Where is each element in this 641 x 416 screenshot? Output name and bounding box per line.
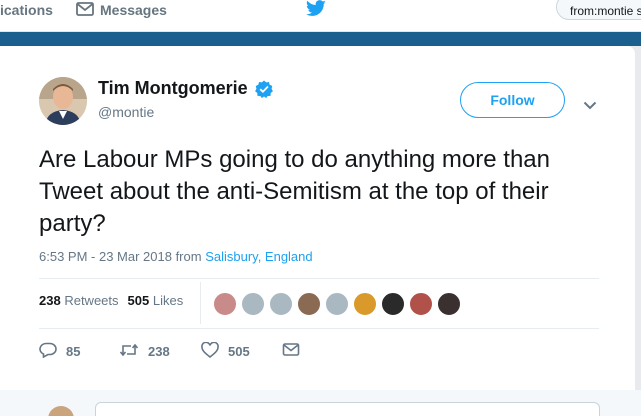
like-icon [201, 341, 219, 361]
top-navigation: ications Messages from:montie s [0, 0, 641, 32]
chevron-down-icon[interactable] [583, 97, 597, 110]
divider [39, 278, 599, 279]
retweets-label: Retweets [64, 293, 119, 308]
author-name[interactable]: Tim Montgomerie [98, 78, 248, 99]
retweet-count: 238 [148, 344, 170, 359]
avatar[interactable] [39, 77, 87, 125]
liker-avatar[interactable] [297, 292, 321, 316]
divider [39, 328, 599, 329]
retweets-stat[interactable]: 238 Retweets [39, 293, 119, 308]
tweet-stats: 238 Retweets 505 Likes [39, 293, 183, 308]
retweets-count: 238 [39, 293, 61, 308]
like-count: 505 [228, 344, 250, 359]
verified-badge-icon [255, 80, 273, 98]
liker-avatar[interactable] [381, 292, 405, 316]
header-bar [0, 32, 641, 46]
liker-avatar[interactable] [213, 292, 237, 316]
retweet-icon [119, 342, 139, 361]
avatar [48, 406, 74, 416]
tweet-text: Are Labour MPs going to do anything more… [39, 146, 550, 237]
twitter-bird-icon[interactable] [305, 0, 327, 18]
likes-label: Likes [152, 293, 184, 308]
author-handle[interactable]: @montie [98, 104, 154, 120]
likes-stat[interactable]: 505 Likes [128, 293, 184, 308]
reply-input[interactable] [95, 402, 600, 416]
direct-message-icon [282, 342, 300, 361]
liker-avatar[interactable] [437, 292, 461, 316]
liker-avatars [213, 292, 461, 316]
tweet-card: Tim Montgomerie @montie Follow Are Labou… [0, 46, 635, 390]
nav-messages-label: Messages [100, 2, 167, 18]
timestamp-text[interactable]: 6:53 PM - 23 Mar 2018 from [39, 249, 205, 264]
search-input[interactable]: from:montie s [556, 0, 641, 20]
retweet-button[interactable]: 238 [119, 342, 170, 361]
tweet-timestamp: 6:53 PM - 23 Mar 2018 from Salisbury, En… [39, 249, 313, 264]
reply-icon [39, 342, 57, 361]
liker-avatar[interactable] [353, 292, 377, 316]
reply-button[interactable]: 85 [39, 342, 80, 361]
stats-separator [200, 282, 201, 324]
envelope-icon [76, 1, 94, 19]
reply-count: 85 [66, 344, 81, 359]
tweet-location-link[interactable]: Salisbury, England [205, 249, 312, 264]
like-button[interactable]: 505 [201, 341, 250, 361]
liker-avatar[interactable] [409, 292, 433, 316]
nav-notifications[interactable]: ications [0, 2, 53, 18]
direct-message-button[interactable] [282, 342, 300, 361]
reply-area [0, 390, 641, 416]
nav-messages[interactable]: Messages [76, 0, 167, 20]
liker-avatar[interactable] [269, 292, 293, 316]
liker-avatar[interactable] [241, 292, 265, 316]
follow-button[interactable]: Follow [460, 82, 565, 118]
liker-avatar[interactable] [325, 292, 349, 316]
likes-count: 505 [127, 293, 150, 308]
